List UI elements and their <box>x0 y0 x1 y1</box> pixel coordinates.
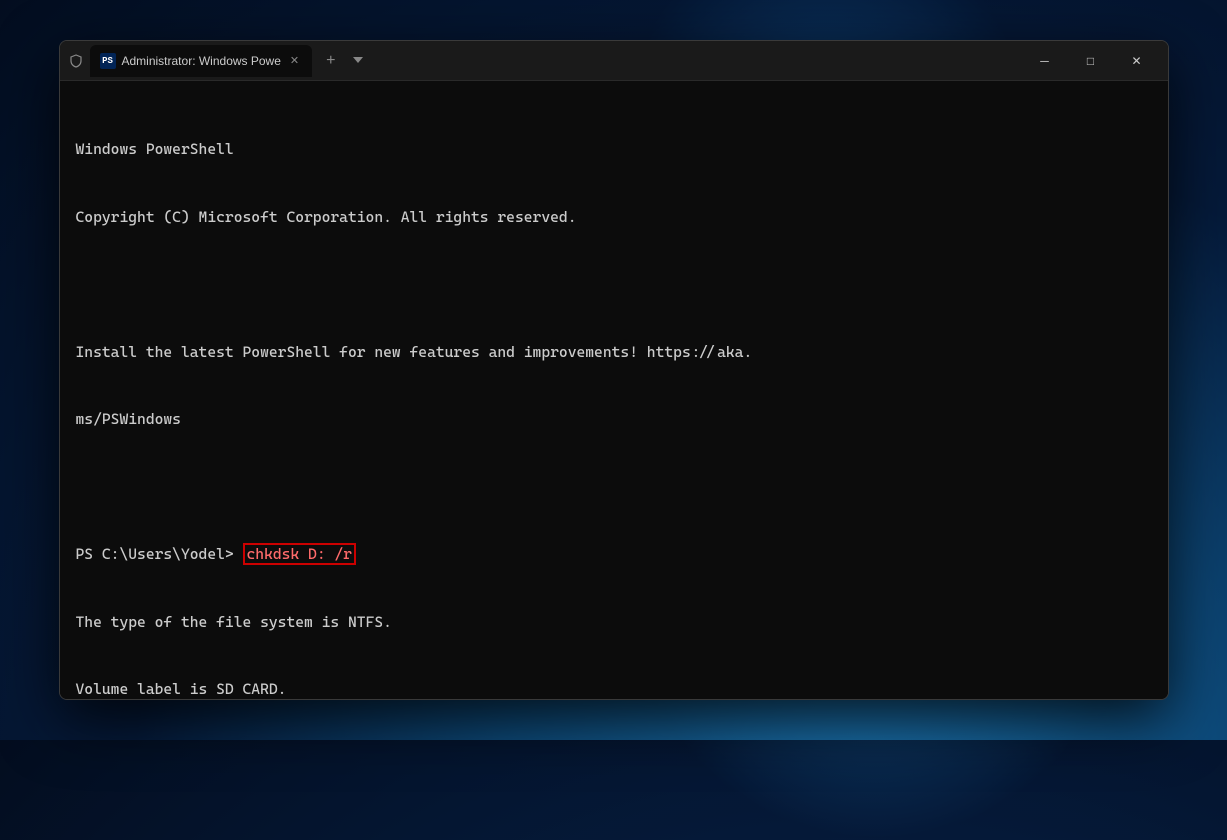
output-line-6 <box>76 476 1152 499</box>
close-button[interactable]: ✕ <box>1114 45 1160 77</box>
output-line-7: PS C:\Users\Yodel> chkdsk D: /r <box>76 543 1152 566</box>
powershell-icon: PS <box>100 53 116 69</box>
output-line-5: ms/PSWindows <box>76 408 1152 431</box>
output-line-9: Volume label is SD CARD. <box>76 678 1152 699</box>
tab-close-button[interactable]: ✕ <box>287 53 302 68</box>
maximize-button[interactable]: □ <box>1068 45 1114 77</box>
window-controls: ─ □ ✕ <box>1022 45 1160 77</box>
terminal-window: PS Administrator: Windows Powe ✕ + ─ □ ✕… <box>59 40 1169 700</box>
terminal-output[interactable]: Windows PowerShell Copyright (C) Microso… <box>60 81 1168 699</box>
active-tab[interactable]: PS Administrator: Windows Powe ✕ <box>90 45 313 77</box>
shield-icon <box>68 53 84 69</box>
output-line-2: Copyright (C) Microsoft Corporation. All… <box>76 206 1152 229</box>
title-bar-left: PS Administrator: Windows Powe ✕ + <box>68 45 1022 77</box>
highlighted-command: chkdsk D: /r <box>243 543 356 565</box>
add-tab-button[interactable]: + <box>318 50 343 72</box>
output-line-8: The type of the file system is NTFS. <box>76 611 1152 634</box>
output-line-1: Windows PowerShell <box>76 138 1152 161</box>
output-line-3 <box>76 273 1152 296</box>
output-line-4: Install the latest PowerShell for new fe… <box>76 341 1152 364</box>
tab-dropdown-button[interactable] <box>349 53 367 68</box>
minimize-button[interactable]: ─ <box>1022 45 1068 77</box>
prompt-text: PS C:\Users\Yodel> <box>76 545 243 563</box>
tab-title: Administrator: Windows Powe <box>122 54 281 68</box>
title-bar: PS Administrator: Windows Powe ✕ + ─ □ ✕ <box>60 41 1168 81</box>
